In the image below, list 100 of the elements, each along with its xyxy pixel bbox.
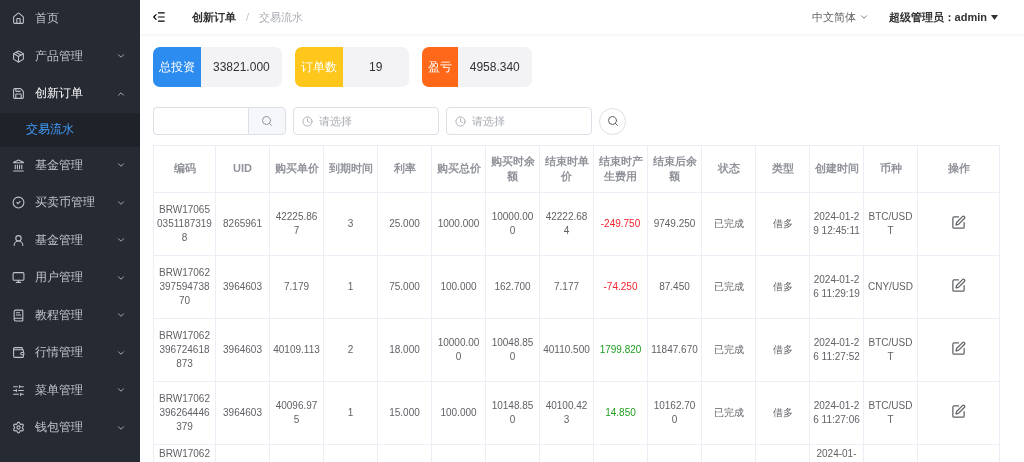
sidebar-item[interactable]: 买卖币管理 [0,184,140,222]
table-cell: 10048.850 [485,318,540,382]
table-cell: 1 [323,381,378,445]
table-cell: 已完成 [701,381,756,445]
search-button[interactable] [599,107,626,135]
table-cell: 3964603 [215,318,270,382]
save-icon [12,87,25,101]
table-cell: 40110.500 [539,318,594,382]
breadcrumb-item[interactable]: 创新订单 [192,9,236,25]
column-header: 到期时间 [323,145,378,193]
table-cell: 11847.670 [647,318,702,382]
stat-label: 订单数 [294,47,343,87]
sliders-icon [12,383,25,397]
sidebar-item[interactable]: 教程管理 [0,296,140,334]
table-cell: 14.850 [593,381,648,445]
menu-icon[interactable] [152,10,166,24]
column-header: 购买总价 [431,145,486,193]
table-cell: 借多 [755,318,810,382]
search-field[interactable] [153,107,248,135]
breadcrumb-separator: / [246,11,250,23]
home-icon [12,12,25,26]
table-cell: 2024-01-26 11:29:19 [809,255,864,319]
column-header: 编码 [153,145,216,193]
table-cell: BRW17062 [153,444,216,462]
table-cell: 42225.867 [269,192,324,256]
sidebar-subitem[interactable]: 交易流水 [0,112,140,147]
table-cell: 8265961 [215,192,270,256]
table-cell: 1000.000 [431,192,486,256]
search-icon [261,115,273,127]
table-cell: 18.000 [377,318,432,382]
column-header: 状态 [701,145,756,193]
table-cell: 9749.250 [647,192,702,256]
bank-icon [12,158,25,172]
table-cell: 42222.684 [539,192,594,256]
table-cell: 10148.850 [485,381,540,445]
user-menu[interactable]: 超级管理员：admin [888,9,998,25]
column-header: 类型 [755,145,810,193]
table-cell: 2024-01-26 11:27:06 [809,381,864,445]
table-cell: 10162.700 [647,381,702,445]
column-header: 创建时间 [809,145,864,193]
table-cell: 借多 [755,381,810,445]
table-cell: 1 [323,255,378,319]
sidebar-item[interactable]: 菜单管理 [0,371,140,409]
table-cell: BTC/USDT [863,381,918,445]
stat-label: 总投资 [153,47,201,87]
table-cell: 已完成 [701,318,756,382]
sidebar-item[interactable]: 行情管理 [0,334,140,372]
sidebar-item[interactable]: 产品管理 [0,37,140,75]
table-cell: 已完成 [701,255,756,319]
table-cell: BRW1706503511873198 [153,192,216,256]
table-cell: BTC/USDT [863,318,918,382]
sidebar-item[interactable]: 首页 [0,0,140,38]
caret-down-icon [991,14,998,20]
table-cell: 2 [323,318,378,382]
table-cell: 借多 [755,255,810,319]
table-cell: -74.250 [593,255,648,319]
table-cell: 3 [323,192,378,256]
table-cell: 10000.000 [431,318,486,382]
column-header: 结束时单价 [539,145,594,193]
user-icon [12,233,25,247]
sidebar-item[interactable]: 创新订单 [0,75,140,113]
table-cell: 100.000 [431,381,486,445]
column-header: 币种 [863,145,918,193]
clock-icon [302,115,313,127]
table-cell: 3964603 [215,255,270,319]
table-cell: BTC/USDT [863,192,918,256]
table-cell: 10000.000 [485,192,540,256]
table-cell: CNY/USD [863,255,918,319]
table-cell: BRW17062396264446379 [153,381,216,445]
table-cell: 借多 [755,192,810,256]
table-cell: 7.177 [539,255,594,319]
table-cell: 已完成 [701,192,756,256]
sidebar-item[interactable]: 钱包管理 [0,409,140,447]
sidebar-item[interactable]: 基金管理 [0,146,140,184]
table-cell: 100.000 [431,255,486,319]
column-header: 结束时产生费用 [593,145,648,193]
sidebar-item[interactable]: 用户管理 [0,259,140,297]
box-icon [12,49,25,63]
table-cell: 162.700 [485,255,540,319]
sidebar-item[interactable]: 基金管理 [0,221,140,259]
table-cell: -249.750 [593,192,648,256]
column-header: 利率 [377,145,432,193]
stat-value: 4958.340 [468,59,521,76]
table-cell: 2024-01-26 11:27:52 [809,318,864,382]
table-cell: BRW1706239759473870 [153,255,216,319]
table-cell: 87.450 [647,255,702,319]
column-header: 结束后余额 [647,145,702,193]
table-cell: 40096.975 [269,381,324,445]
clock-icon [455,115,466,127]
column-header: 购买时余额 [485,145,540,193]
monitor-icon [12,271,25,285]
stat-value: 33821.000 [212,59,271,76]
table-cell: 40100.423 [539,381,594,445]
table-cell: 2024-01-29 12:45:11 [809,192,864,256]
language-select[interactable]: 中文简体 [811,9,869,25]
wallet-icon [12,346,25,360]
table-cell: BRW17062396724618873 [153,318,216,382]
table-cell: 15.000 [377,381,432,445]
column-header: 操作 [917,145,1000,193]
book-icon [12,308,25,322]
